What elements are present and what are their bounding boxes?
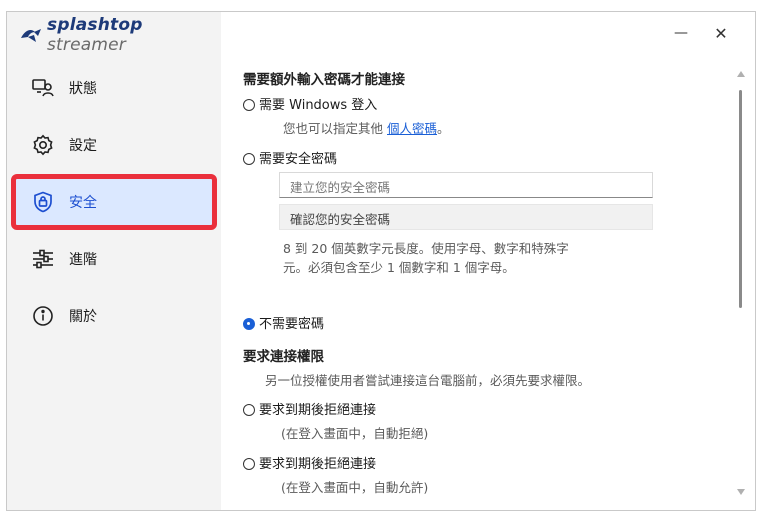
option-security-code-label: 需要安全密碼 bbox=[259, 152, 338, 167]
sliders-icon bbox=[29, 245, 57, 273]
sidebar-item-label: 安全 bbox=[69, 195, 97, 211]
option-windows-login[interactable]: 需要 Windows 登入 bbox=[243, 94, 377, 113]
windows-login-hint: 您也可以指定其他 個人密碼。 bbox=[283, 118, 450, 137]
option-request-allow[interactable]: 要求到期後拒絕連接 bbox=[243, 453, 376, 472]
option-no-password-label: 不需要密碼 bbox=[259, 317, 325, 332]
sidebar-item-settings[interactable]: 設定 bbox=[15, 121, 213, 169]
option-request-reject-label: 要求到期後拒絕連接 bbox=[259, 403, 377, 418]
sidebar-item-advanced[interactable]: 進階 bbox=[15, 235, 213, 283]
app-logo: splashtop streamer bbox=[19, 15, 221, 55]
close-button[interactable]: ✕ bbox=[703, 18, 739, 48]
request-reject-note: (在登入畫面中，自動拒絕) bbox=[281, 426, 429, 441]
personal-password-link[interactable]: 個人密碼 bbox=[387, 121, 437, 136]
info-icon bbox=[29, 302, 57, 330]
request-allow-note: (在登入畫面中，自動允許) bbox=[281, 480, 429, 495]
sidebar-item-label: 關於 bbox=[69, 309, 97, 325]
security-code-input[interactable]: 建立您的安全密碼 bbox=[279, 172, 653, 198]
radio-request-reject[interactable] bbox=[243, 404, 255, 416]
security-code-rule-2: 元。必須包含至少 1 個數字和 1 個字母。 bbox=[283, 260, 515, 275]
password-section-title: 需要額外輸入密碼才能連接 bbox=[243, 72, 405, 88]
sidebar-item-status[interactable]: 狀態 bbox=[15, 64, 213, 112]
sidebar-item-label: 設定 bbox=[69, 138, 97, 154]
radio-windows-login[interactable] bbox=[243, 99, 255, 111]
option-request-allow-label: 要求到期後拒絕連接 bbox=[259, 457, 377, 472]
scroll-up-arrow-icon[interactable] bbox=[735, 68, 747, 80]
security-code-confirm-input[interactable]: 確認您的安全密碼 bbox=[279, 204, 653, 230]
radio-no-password[interactable] bbox=[243, 318, 255, 330]
close-icon: ✕ bbox=[714, 23, 728, 43]
hint-text: 您也可以指定其他 bbox=[283, 121, 384, 136]
radio-security-code[interactable] bbox=[243, 153, 255, 165]
minimize-icon: — bbox=[674, 25, 688, 41]
sidebar-item-label: 進階 bbox=[69, 252, 97, 268]
scroll-thumb[interactable] bbox=[739, 90, 742, 308]
permission-description: 另一位授權使用者嘗試連接這台電腦前，必須先要求權限。 bbox=[265, 373, 591, 388]
minimize-button[interactable]: — bbox=[663, 18, 699, 48]
brand-name: splashtop bbox=[47, 15, 143, 35]
app-window: splashtop streamer 狀態 設定 安全 進階 關於 — ✕ 需要… bbox=[6, 11, 756, 511]
option-security-code[interactable]: 需要安全密碼 bbox=[243, 148, 337, 167]
hint-suffix: 。 bbox=[437, 121, 450, 136]
scroll-down-arrow-icon[interactable] bbox=[735, 486, 747, 498]
status-icon bbox=[29, 74, 57, 102]
option-windows-login-label: 需要 Windows 登入 bbox=[259, 98, 378, 113]
splashtop-logo-icon bbox=[19, 26, 43, 44]
sidebar-item-label: 狀態 bbox=[69, 81, 97, 97]
vertical-scrollbar[interactable] bbox=[735, 68, 747, 500]
security-code-rule-1: 8 到 20 個英數字元長度。使用字母、數字和特殊字 bbox=[283, 241, 569, 256]
radio-request-allow[interactable] bbox=[243, 458, 255, 470]
product-name: streamer bbox=[47, 35, 126, 55]
option-request-reject[interactable]: 要求到期後拒絕連接 bbox=[243, 399, 376, 418]
gear-icon bbox=[29, 131, 57, 159]
sidebar-item-about[interactable]: 關於 bbox=[15, 292, 213, 340]
shield-lock-icon bbox=[29, 188, 57, 216]
sidebar: splashtop streamer 狀態 設定 安全 進階 關於 bbox=[7, 12, 221, 510]
option-no-password[interactable]: 不需要密碼 bbox=[243, 313, 324, 332]
permission-section-title: 要求連接權限 bbox=[243, 349, 324, 365]
sidebar-item-security[interactable]: 安全 bbox=[11, 174, 217, 230]
